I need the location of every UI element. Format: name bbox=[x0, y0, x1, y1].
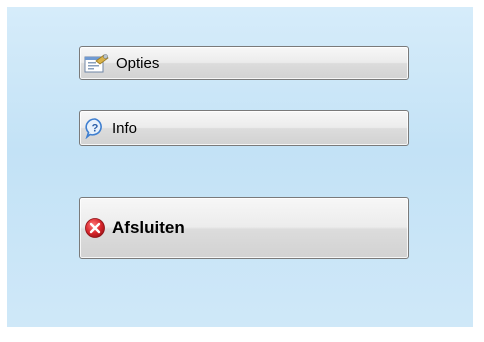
info-label: Info bbox=[112, 119, 138, 137]
exit-label: Afsluiten bbox=[112, 218, 185, 237]
menu-panel: Opties ? Info Afsluiten bbox=[7, 7, 473, 327]
options-button[interactable]: Opties bbox=[79, 46, 409, 80]
options-label: Opties bbox=[116, 54, 160, 72]
close-icon bbox=[84, 217, 106, 239]
help-icon: ? bbox=[84, 117, 106, 139]
svg-text:?: ? bbox=[92, 123, 99, 135]
settings-form-icon bbox=[84, 52, 110, 74]
info-button[interactable]: ? Info bbox=[79, 110, 409, 146]
exit-button[interactable]: Afsluiten bbox=[79, 197, 409, 259]
